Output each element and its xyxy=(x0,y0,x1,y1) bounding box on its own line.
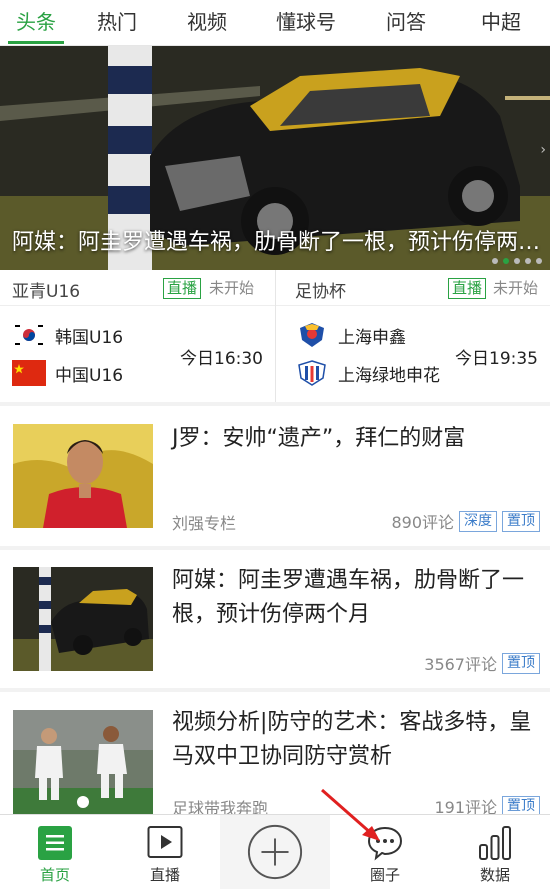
team-name: 韩国U16 xyxy=(55,327,124,348)
team-name: 中国U16 xyxy=(55,365,124,386)
live-badge[interactable]: 直播 xyxy=(448,278,487,299)
match-header: 足协杯 直播 未开始 xyxy=(276,270,550,306)
carousel-dot xyxy=(536,258,542,264)
chat-bubble-icon xyxy=(367,826,403,861)
china-flag-icon xyxy=(12,360,46,386)
league-name: 亚青U16 xyxy=(12,282,81,302)
tab-dongqiu-account[interactable]: 懂球号 xyxy=(252,0,360,46)
carousel-dot xyxy=(525,258,531,264)
team-home: 上海申鑫 xyxy=(295,320,406,350)
nav-publish[interactable] xyxy=(220,815,330,889)
nav-label: 首页 xyxy=(39,866,70,884)
bar-chart-icon xyxy=(479,826,511,860)
tab-qa[interactable]: 问答 xyxy=(360,0,452,46)
nav-circle[interactable]: 圈子 xyxy=(330,815,440,889)
play-icon xyxy=(147,826,183,858)
news-thumbnail xyxy=(13,567,153,671)
live-badge[interactable]: 直播 xyxy=(163,278,202,299)
korea-flag-icon xyxy=(12,322,46,348)
team-name: 上海绿地申花 xyxy=(338,365,440,386)
tag-badge: 深度 xyxy=(459,510,497,532)
tab-headlines[interactable]: 头条 xyxy=(0,0,72,46)
comment-count: 3567评论 xyxy=(424,655,497,674)
team-away: 中国U16 xyxy=(12,358,123,388)
league-name: 足协杯 xyxy=(295,282,346,302)
nav-label: 数据 xyxy=(479,866,510,884)
shenxin-crest-icon xyxy=(295,322,329,348)
match-card[interactable]: 足协杯 直播 未开始 上海申鑫 上海绿地申花 今日19:35 xyxy=(275,270,550,402)
chevron-right-icon: › xyxy=(540,142,546,158)
news-title: 视频分析|防守的艺术：客战多特，皇马双中卫协同防守赏析 xyxy=(172,710,532,769)
nav-data[interactable]: 数据 xyxy=(440,815,550,889)
news-title: J罗：安帅“遗产”，拜仁的财富 xyxy=(172,426,466,451)
news-source: 刘强专栏 xyxy=(172,514,237,533)
match-card[interactable]: 亚青U16 直播 未开始 韩国U16 中国U16 今日16:30 xyxy=(0,270,275,402)
shenhua-crest-icon xyxy=(295,360,329,386)
carousel-dots xyxy=(492,258,542,264)
team-name: 上海申鑫 xyxy=(338,327,406,348)
plus-icon xyxy=(247,824,303,880)
tab-hot[interactable]: 热门 xyxy=(72,0,162,46)
tab-video[interactable]: 视频 xyxy=(162,0,252,46)
carousel-dot xyxy=(492,258,498,264)
carousel-dot xyxy=(514,258,520,264)
tag-badge: 置顶 xyxy=(502,652,540,674)
news-thumbnail xyxy=(13,710,153,814)
news-item[interactable]: J罗：安帅“遗产”，拜仁的财富 刘强专栏 890评论 深度 置顶 xyxy=(0,406,550,546)
match-status: 未开始 xyxy=(493,279,539,297)
comment-count: 890评论 xyxy=(391,513,454,532)
hero-caption: 阿媒：阿圭罗遭遇车祸，肋骨断了一根，预计伤停两个月 xyxy=(12,230,544,255)
news-meta: 3567评论 置顶 xyxy=(424,651,540,675)
match-time: 今日19:35 xyxy=(455,349,538,369)
hero-banner[interactable]: 阿媒：阿圭罗遭遇车祸，肋骨断了一根，预计伤停两个月 › xyxy=(0,46,550,270)
carousel-dot-active xyxy=(503,258,509,264)
team-home: 韩国U16 xyxy=(12,320,123,350)
nav-home[interactable]: 首页 xyxy=(0,815,110,889)
tab-csl[interactable]: 中超 xyxy=(452,0,550,46)
nav-label: 直播 xyxy=(149,866,180,884)
news-thumbnail xyxy=(13,424,153,528)
nav-label: 圈子 xyxy=(369,866,400,884)
tag-badge: 置顶 xyxy=(502,510,540,532)
nav-live[interactable]: 直播 xyxy=(110,815,220,889)
team-away: 上海绿地申花 xyxy=(295,358,440,388)
bottom-nav: 首页 直播 圈子 数据 xyxy=(0,814,550,889)
category-tabs: 头条 热门 视频 懂球号 问答 中超 xyxy=(0,0,550,46)
news-item[interactable]: 阿媒：阿圭罗遭遇车祸，肋骨断了一根，预计伤停两个月 3567评论 置顶 xyxy=(0,550,550,688)
match-status: 未开始 xyxy=(209,279,255,297)
news-item[interactable]: 视频分析|防守的艺术：客战多特，皇马双中卫协同防守赏析 足球带我奔跑 191评论… xyxy=(0,692,550,818)
match-cards: 亚青U16 直播 未开始 韩国U16 中国U16 今日16:30 足协杯 直播 … xyxy=(0,270,550,402)
home-list-icon xyxy=(38,826,72,860)
news-title: 阿媒：阿圭罗遭遇车祸，肋骨断了一根，预计伤停两个月 xyxy=(172,568,525,627)
news-meta: 890评论 深度 置顶 xyxy=(391,509,540,533)
match-header: 亚青U16 直播 未开始 xyxy=(0,270,275,306)
match-time: 今日16:30 xyxy=(180,349,263,369)
